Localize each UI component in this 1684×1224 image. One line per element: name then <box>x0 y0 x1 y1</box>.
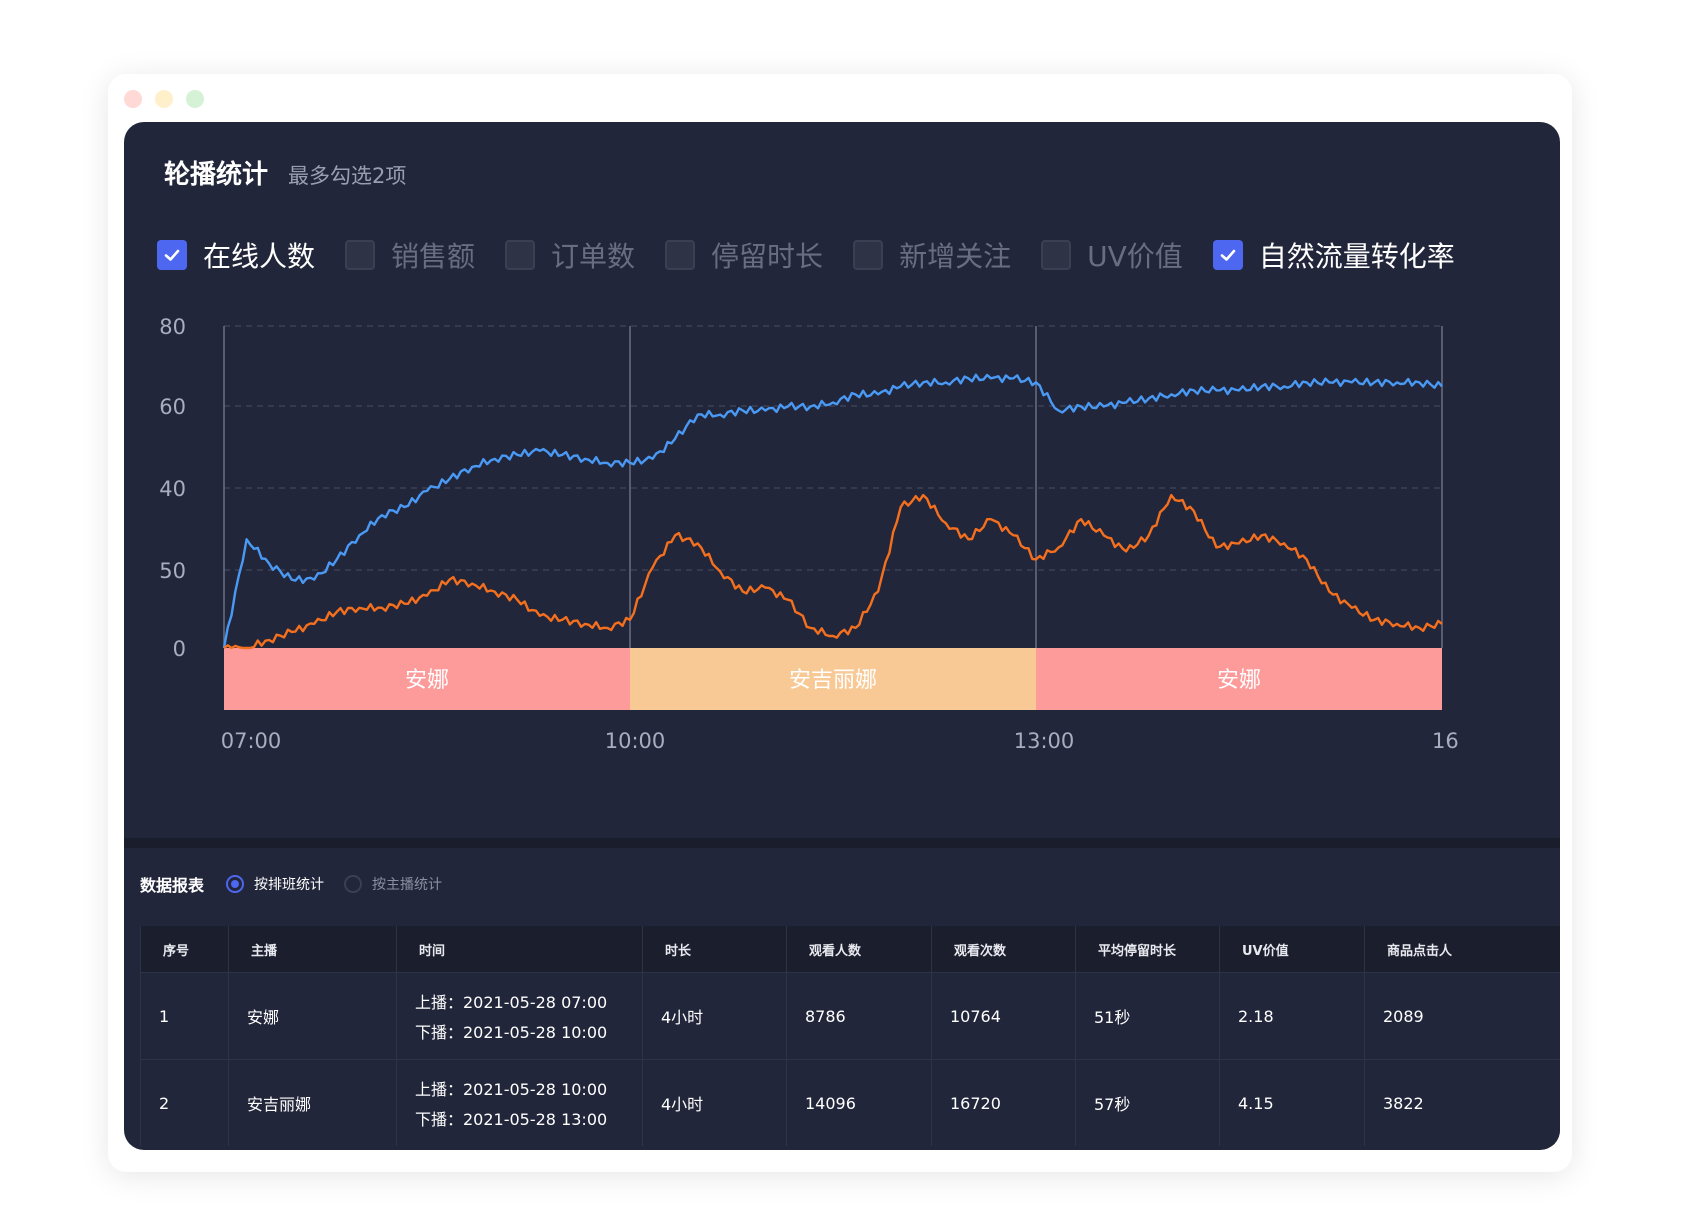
table-cell: 14096 <box>787 1060 932 1146</box>
column-header: UV价值 <box>1220 926 1365 972</box>
x-tick-label: 13:00 <box>1014 729 1075 753</box>
column-header: 序号 <box>140 926 229 972</box>
radio-dot <box>226 875 245 893</box>
shift-band-label: 安娜 <box>405 668 449 693</box>
table-cell: 10764 <box>932 973 1076 1059</box>
y-tick-label: 40 <box>159 477 186 501</box>
close-window-button[interactable] <box>124 90 142 108</box>
y-tick-label: 60 <box>159 395 186 419</box>
data-table: 序号 主播 时间 时长 观看人数 观看次数 平均停留时长 UV价值 商品点击人 1 安娜 上播：20… <box>140 926 1560 1146</box>
column-header: 时间 <box>397 926 643 972</box>
y-tick-label: 50 <box>159 559 186 583</box>
radio-label: 按主播统计 <box>372 877 443 893</box>
series-line-conversion <box>223 493 1443 650</box>
time-cell: 上播：2021-05-28 10:00 下播：2021-05-28 13:00 <box>397 1060 643 1146</box>
table-cell: 4小时 <box>643 1060 787 1146</box>
table-cell: 16720 <box>932 1060 1076 1146</box>
column-header: 观看次数 <box>932 926 1076 972</box>
start-time: 上播：2021-05-28 10:00 <box>415 1080 608 1099</box>
window-controls <box>124 90 204 108</box>
carousel-stats-panel: 轮播统计 最多勾选2项 在线人数 销售额 订单数 停留时长 新增关注 UV价值 自然流量转化… <box>124 122 1560 1150</box>
column-header: 主播 <box>229 926 397 972</box>
maximize-window-button[interactable] <box>186 90 204 108</box>
table-cell: 安吉丽娜 <box>229 1060 397 1146</box>
shift-band-label: 安娜 <box>1217 668 1261 693</box>
line-chart: 80 60 40 50 0 安娜 安吉丽娜 安娜 07:00 10:00 13:00 16 <box>159 315 1459 753</box>
end-time: 下播：2021-05-28 13:00 <box>415 1110 608 1129</box>
column-header: 时长 <box>643 926 787 972</box>
end-time: 下播：2021-05-28 10:00 <box>415 1023 608 1042</box>
column-header: 平均停留时长 <box>1076 926 1220 972</box>
column-header: 观看人数 <box>787 926 932 972</box>
x-tick-label: 10:00 <box>605 729 666 753</box>
report-header: 数据报表 按排班统计 按主播统计 <box>140 872 462 896</box>
y-tick-label: 0 <box>173 637 186 661</box>
radio-by-streamer[interactable]: 按主播统计 <box>344 874 442 894</box>
table-cell: 2089 <box>1365 973 1560 1059</box>
minimize-window-button[interactable] <box>155 90 173 108</box>
table-cell: 1 <box>140 973 229 1059</box>
column-header: 商品点击人 <box>1365 926 1560 972</box>
x-tick-label: 16 <box>1432 729 1459 753</box>
section-divider <box>124 838 1560 848</box>
table-header: 序号 主播 时间 时长 观看人数 观看次数 平均停留时长 UV价值 商品点击人 <box>140 926 1560 972</box>
table-body: 1 安娜 上播：2021-05-28 07:00 下播：2021-05-28 10:0… <box>140 972 1560 1146</box>
table-cell: 8786 <box>787 973 932 1059</box>
shift-band-label: 安吉丽娜 <box>789 668 877 693</box>
x-tick-label: 07:00 <box>221 729 282 753</box>
series-line-online <box>222 373 1443 649</box>
table-cell: 4.15 <box>1220 1060 1365 1146</box>
table-cell: 2 <box>140 1060 229 1146</box>
table-cell: 安娜 <box>229 973 397 1059</box>
table-cell: 51秒 <box>1076 973 1220 1059</box>
table-cell: 57秒 <box>1076 1060 1220 1146</box>
table-row: 1 安娜 上播：2021-05-28 07:00 下播：2021-05-28 10:0… <box>140 972 1560 1059</box>
start-time: 上播：2021-05-28 07:00 <box>415 993 608 1012</box>
radio-label: 按排班统计 <box>254 877 325 893</box>
table-cell: 4小时 <box>643 973 787 1059</box>
table-cell: 3822 <box>1365 1060 1560 1146</box>
radio-by-schedule[interactable]: 按排班统计 <box>226 874 324 894</box>
report-title: 数据报表 <box>140 876 205 895</box>
radio-dot <box>344 875 363 893</box>
y-tick-label: 80 <box>159 315 186 339</box>
table-row: 2 安吉丽娜 上播：2021-05-28 10:00 下播：2021-05-28 13… <box>140 1059 1560 1146</box>
time-cell: 上播：2021-05-28 07:00 下播：2021-05-28 10:00 <box>397 973 643 1059</box>
table-cell: 2.18 <box>1220 973 1365 1059</box>
